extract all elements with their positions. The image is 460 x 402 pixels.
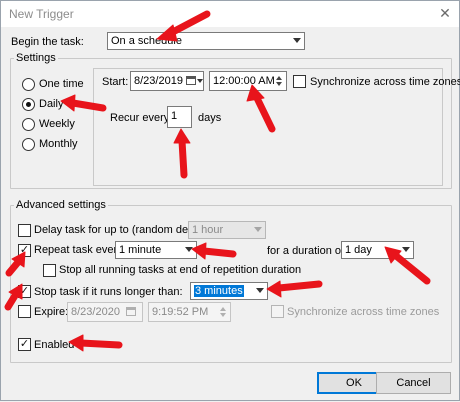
chevron-down-icon <box>185 247 193 252</box>
expire-sync-checkbox[interactable] <box>271 305 284 318</box>
radio-weekly-label: Weekly <box>39 118 75 130</box>
begin-task-label: Begin the task: <box>11 36 84 48</box>
start-time-value: 12:00:00 AM <box>213 75 275 87</box>
duration-value: 1 day <box>345 244 372 256</box>
stop-all-label: Stop all running tasks at end of repetit… <box>59 264 302 276</box>
radio-monthly[interactable] <box>22 138 35 151</box>
spin-arrows-icon[interactable] <box>276 73 284 89</box>
chevron-down-icon <box>293 38 301 43</box>
repeat-checkbox[interactable]: ✓ <box>18 244 31 257</box>
stop-longer-select[interactable]: 3 minutes <box>190 282 268 300</box>
repeat-value: 1 minute <box>119 244 162 256</box>
spin-arrows-icon[interactable] <box>220 304 228 320</box>
delay-select[interactable]: 1 hour <box>188 221 266 239</box>
expire-label: Expire: <box>34 306 69 318</box>
cancel-button[interactable]: Cancel <box>376 372 451 394</box>
chevron-down-icon <box>254 227 262 232</box>
stop-longer-value: 3 minutes <box>194 285 244 297</box>
window-title: New Trigger <box>9 7 74 21</box>
settings-legend: Settings <box>14 52 58 64</box>
sync-timezones-checkbox[interactable] <box>293 75 306 88</box>
begin-task-value: On a schedule <box>111 35 182 47</box>
expire-sync-label: Synchronize across time zones <box>287 306 440 318</box>
start-date-value: 8/23/2019 <box>134 75 183 87</box>
close-icon[interactable]: ✕ <box>435 3 455 23</box>
recur-label: Recur every: <box>110 112 173 124</box>
radio-monthly-label: Monthly <box>39 138 78 150</box>
advanced-settings-legend: Advanced settings <box>14 199 108 211</box>
expire-date-picker[interactable]: 8/23/2020 <box>67 302 143 322</box>
duration-select[interactable]: 1 day <box>341 241 414 259</box>
enabled-checkbox[interactable]: ✓ <box>18 338 31 351</box>
expire-time-value: 9:19:52 PM <box>152 306 209 318</box>
recur-value: 1 <box>171 110 178 122</box>
chevron-down-icon <box>197 79 203 83</box>
calendar-icon[interactable] <box>186 76 196 85</box>
expire-date-value: 8/23/2020 <box>71 306 120 318</box>
chevron-down-icon <box>256 288 264 293</box>
chevron-down-icon <box>402 247 410 252</box>
start-time-spinner[interactable]: 12:00:00 AM <box>209 71 287 91</box>
radio-daily[interactable] <box>22 98 35 111</box>
start-label: Start: <box>102 76 129 88</box>
stop-longer-checkbox[interactable]: ✓ <box>18 285 31 298</box>
sync-timezones-label: Synchronize across time zones <box>310 76 460 88</box>
recur-input[interactable]: 1 <box>167 106 192 128</box>
expire-time-spinner[interactable]: 9:19:52 PM <box>148 302 231 322</box>
enabled-label: Enabled <box>34 339 75 351</box>
recur-unit-label: days <box>198 112 222 124</box>
delay-value: 1 hour <box>192 224 224 236</box>
delay-checkbox[interactable] <box>18 224 31 237</box>
radio-one-time-label: One time <box>39 78 84 90</box>
begin-task-select[interactable]: On a schedule <box>107 32 305 50</box>
duration-label: for a duration of: <box>267 245 348 257</box>
title-bar: New Trigger ✕ <box>1 1 459 27</box>
new-trigger-dialog: New Trigger ✕ Begin the task: On a sched… <box>0 0 460 401</box>
radio-daily-label: Daily <box>39 98 64 110</box>
repeat-label: Repeat task every: <box>34 244 126 256</box>
delay-label: Delay task for up to (random delay): <box>34 224 209 236</box>
start-date-picker[interactable]: 8/23/2019 <box>130 71 204 91</box>
calendar-icon[interactable] <box>126 307 136 316</box>
radio-weekly[interactable] <box>22 118 35 131</box>
stop-all-checkbox[interactable] <box>43 264 56 277</box>
radio-one-time[interactable] <box>22 78 35 91</box>
stop-longer-label: Stop task if it runs longer than: <box>34 286 183 298</box>
repeat-select[interactable]: 1 minute <box>115 241 197 259</box>
expire-checkbox[interactable] <box>18 305 31 318</box>
